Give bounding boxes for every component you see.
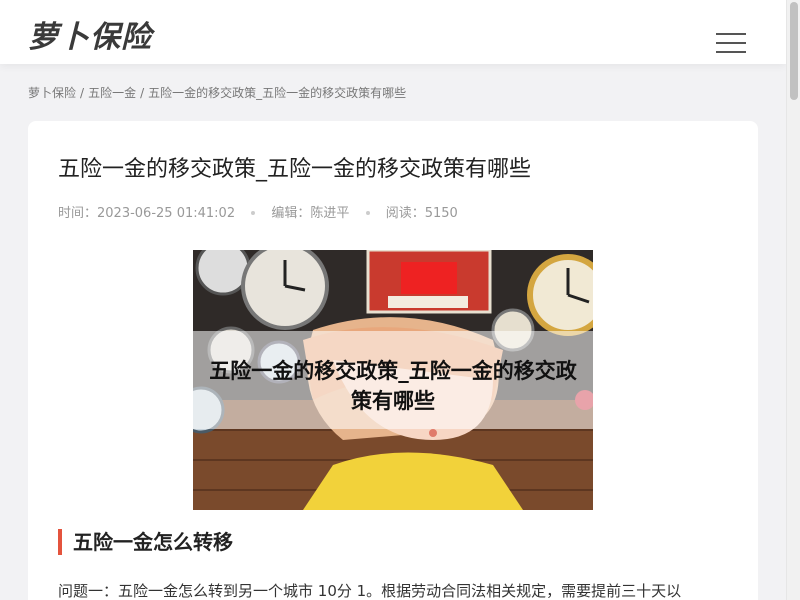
breadcrumb-home[interactable]: 萝卜保险 xyxy=(28,86,76,100)
breadcrumb-separator: / xyxy=(80,86,85,100)
article-title: 五险一金的移交政策_五险一金的移交政策有哪些 xyxy=(58,157,532,182)
read-count: 5150 xyxy=(424,206,458,221)
breadcrumb: 萝卜保险 / 五险一金 / 五险一金的移交政策_五险一金的移交政策有哪些 xyxy=(28,84,406,101)
breadcrumb-separator: / xyxy=(140,86,145,100)
meta-separator xyxy=(251,210,256,215)
section-heading: 五险一金怎么转移 xyxy=(58,529,233,555)
article-paragraph: 问题一：五险一金怎么转到另一个城市 10分 1。根据劳动合同法相关规定，需要提前… xyxy=(58,582,682,600)
scrollbar-thumb[interactable] xyxy=(790,2,798,100)
article-meta: 时间：2023-06-25 01:41:02 编辑：陈进平 阅读：5150 xyxy=(58,202,458,221)
editor-name: 陈进平 xyxy=(310,206,350,221)
breadcrumb-category[interactable]: 五险一金 xyxy=(88,86,136,100)
meta-separator xyxy=(365,210,370,215)
time-label: 时间： xyxy=(58,206,98,221)
breadcrumb-current: 五险一金的移交政策_五险一金的移交政策有哪些 xyxy=(148,86,407,100)
article-card: 五险一金的移交政策_五险一金的移交政策有哪些 时间：2023-06-25 01:… xyxy=(28,121,758,600)
reads-label: 阅读： xyxy=(385,206,425,221)
site-logo[interactable]: 萝卜保险 xyxy=(28,12,152,56)
hamburger-menu-icon[interactable] xyxy=(716,33,746,57)
editor-label: 编辑： xyxy=(271,206,311,221)
hero-caption: 五险一金的移交政策_五险一金的移交政策有哪些 xyxy=(209,359,577,413)
hero-image: 五险一金的移交政策_五险一金的移交政策有哪些 xyxy=(193,250,593,510)
site-header: 萝卜保险 xyxy=(0,0,786,64)
vertical-scrollbar[interactable] xyxy=(786,0,800,600)
publish-time: 2023-06-25 01:41:02 xyxy=(97,206,236,221)
